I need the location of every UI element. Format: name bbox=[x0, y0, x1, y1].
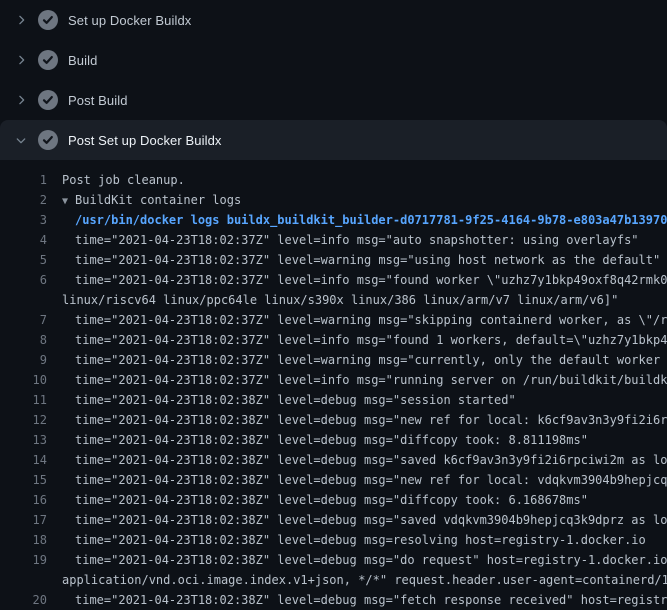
log-text: time="2021-04-23T18:02:37Z" level=info m… bbox=[47, 370, 667, 390]
line-number[interactable]: 17 bbox=[0, 510, 47, 530]
log-text: time="2021-04-23T18:02:37Z" level=info m… bbox=[47, 230, 639, 250]
log-line: 5time="2021-04-23T18:02:37Z" level=warni… bbox=[0, 250, 667, 270]
log-line: 10time="2021-04-23T18:02:37Z" level=info… bbox=[0, 370, 667, 390]
line-number[interactable]: 18 bbox=[0, 530, 47, 550]
log-text: time="2021-04-23T18:02:38Z" level=debug … bbox=[47, 550, 667, 570]
chevron-down-icon bbox=[13, 132, 29, 148]
chevron-right-icon bbox=[13, 92, 29, 108]
step-label: Set up Docker Buildx bbox=[68, 13, 191, 28]
log-line: 8time="2021-04-23T18:02:37Z" level=info … bbox=[0, 330, 667, 350]
chevron-right-icon bbox=[13, 52, 29, 68]
log-text: application/vnd.oci.image.index.v1+json,… bbox=[47, 570, 667, 590]
log-text: time="2021-04-23T18:02:38Z" level=debug … bbox=[47, 510, 667, 530]
line-number[interactable]: 15 bbox=[0, 470, 47, 490]
log-line: 14time="2021-04-23T18:02:38Z" level=debu… bbox=[0, 450, 667, 470]
log-text: linux/riscv64 linux/ppc64le linux/s390x … bbox=[47, 290, 618, 310]
line-number[interactable]: 9 bbox=[0, 350, 47, 370]
line-number[interactable]: 20 bbox=[0, 590, 47, 610]
log-line: 17time="2021-04-23T18:02:38Z" level=debu… bbox=[0, 510, 667, 530]
chevron-right-icon bbox=[13, 12, 29, 28]
line-number[interactable]: 4 bbox=[0, 230, 47, 250]
step-label: Post Set up Docker Buildx bbox=[68, 133, 222, 148]
log-line: 1Post job cleanup. bbox=[0, 170, 667, 190]
check-circle-icon bbox=[38, 130, 58, 150]
check-circle-icon bbox=[38, 10, 58, 30]
line-number[interactable]: 2 bbox=[0, 190, 47, 210]
line-number[interactable]: 1 bbox=[0, 170, 47, 190]
log-line: 20time="2021-04-23T18:02:38Z" level=debu… bbox=[0, 590, 667, 610]
line-number[interactable]: 6 bbox=[0, 270, 47, 290]
line-number[interactable]: 11 bbox=[0, 390, 47, 410]
line-number[interactable]: 3 bbox=[0, 210, 47, 230]
log-console: 1Post job cleanup.2 ▼ BuildKit container l… bbox=[0, 160, 667, 610]
line-number[interactable]: 5 bbox=[0, 250, 47, 270]
line-number[interactable]: 14 bbox=[0, 450, 47, 470]
log-line: 3/usr/bin/docker logs buildx_buildkit_bu… bbox=[0, 210, 667, 230]
log-line: 13time="2021-04-23T18:02:38Z" level=debu… bbox=[0, 430, 667, 450]
log-text: time="2021-04-23T18:02:38Z" level=debug … bbox=[47, 450, 667, 470]
step-row[interactable]: Set up Docker Buildx bbox=[0, 0, 667, 40]
log-text: time="2021-04-23T18:02:37Z" level=warnin… bbox=[47, 350, 667, 370]
log-text: time="2021-04-23T18:02:37Z" level=warnin… bbox=[47, 250, 660, 270]
line-number[interactable]: 16 bbox=[0, 490, 47, 510]
line-number bbox=[0, 290, 47, 310]
log-line: 12time="2021-04-23T18:02:38Z" level=debu… bbox=[0, 410, 667, 430]
log-line-continuation: application/vnd.oci.image.index.v1+json,… bbox=[0, 570, 667, 590]
command-text: /usr/bin/docker logs buildx_buildkit_bui… bbox=[47, 210, 667, 230]
step-row[interactable]: Build bbox=[0, 40, 667, 80]
log-line: 19time="2021-04-23T18:02:38Z" level=debu… bbox=[0, 550, 667, 570]
step-label: Post Build bbox=[68, 93, 128, 108]
log-line: 4time="2021-04-23T18:02:37Z" level=info … bbox=[0, 230, 667, 250]
log-text: time="2021-04-23T18:02:37Z" level=info m… bbox=[47, 330, 667, 350]
log-line: 6time="2021-04-23T18:02:37Z" level=info … bbox=[0, 270, 667, 290]
check-circle-icon bbox=[38, 50, 58, 70]
log-text: time="2021-04-23T18:02:38Z" level=debug … bbox=[47, 430, 588, 450]
log-line-continuation: linux/riscv64 linux/ppc64le linux/s390x … bbox=[0, 290, 667, 310]
log-line: 18time="2021-04-23T18:02:38Z" level=debu… bbox=[0, 530, 667, 550]
line-number[interactable]: 12 bbox=[0, 410, 47, 430]
line-number[interactable]: 7 bbox=[0, 310, 47, 330]
log-text: time="2021-04-23T18:02:38Z" level=debug … bbox=[47, 590, 667, 610]
log-text: time="2021-04-23T18:02:38Z" level=debug … bbox=[47, 490, 588, 510]
log-text: time="2021-04-23T18:02:37Z" level=warnin… bbox=[47, 310, 667, 330]
log-line: 15time="2021-04-23T18:02:38Z" level=debu… bbox=[0, 470, 667, 490]
step-row[interactable]: Post Build bbox=[0, 80, 667, 120]
line-number[interactable]: 10 bbox=[0, 370, 47, 390]
line-number[interactable]: 13 bbox=[0, 430, 47, 450]
log-line: 2 ▼ BuildKit container logs bbox=[0, 190, 667, 210]
steps-list: Set up Docker Buildx Build Post Build Post … bbox=[0, 0, 667, 160]
log-text: time="2021-04-23T18:02:38Z" level=debug … bbox=[47, 390, 516, 410]
step-label: Build bbox=[68, 53, 97, 68]
log-line: 7time="2021-04-23T18:02:37Z" level=warni… bbox=[0, 310, 667, 330]
log-group-header: ▼ BuildKit container logs bbox=[47, 190, 241, 210]
log-line: 16time="2021-04-23T18:02:38Z" level=debu… bbox=[0, 490, 667, 510]
group-collapse-toggle-icon[interactable]: ▼ bbox=[62, 196, 68, 207]
log-text: time="2021-04-23T18:02:38Z" level=debug … bbox=[47, 470, 667, 490]
group-title[interactable]: BuildKit container logs bbox=[75, 193, 241, 207]
log-text: time="2021-04-23T18:02:38Z" level=debug … bbox=[47, 410, 667, 430]
log-text: time="2021-04-23T18:02:37Z" level=info m… bbox=[47, 270, 667, 290]
line-number[interactable]: 19 bbox=[0, 550, 47, 570]
line-number[interactable]: 8 bbox=[0, 330, 47, 350]
log-text: Post job cleanup. bbox=[47, 170, 185, 190]
log-text: time="2021-04-23T18:02:38Z" level=debug … bbox=[47, 530, 646, 550]
log-line: 11time="2021-04-23T18:02:38Z" level=debu… bbox=[0, 390, 667, 410]
line-number bbox=[0, 570, 47, 590]
step-row[interactable]: Post Set up Docker Buildx bbox=[0, 120, 667, 160]
log-line: 9time="2021-04-23T18:02:37Z" level=warni… bbox=[0, 350, 667, 370]
check-circle-icon bbox=[38, 90, 58, 110]
